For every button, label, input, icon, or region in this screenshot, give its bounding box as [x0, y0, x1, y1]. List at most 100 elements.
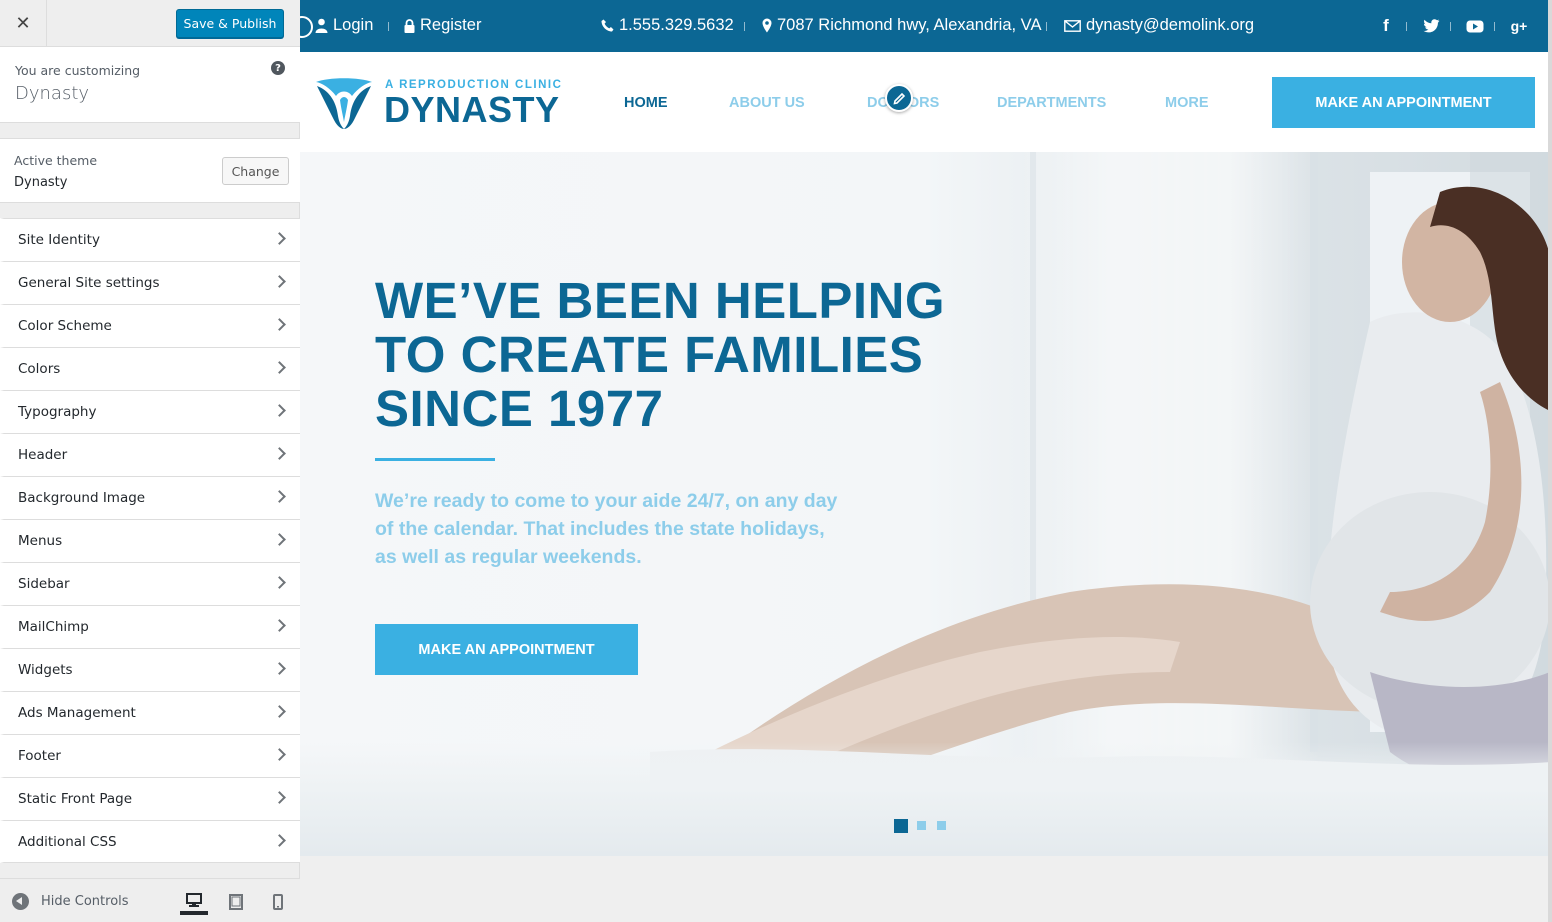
hide-controls-button[interactable]: Hide Controls [12, 891, 129, 911]
header-appointment-button[interactable]: MAKE AN APPOINTMENT [1272, 77, 1535, 128]
edit-shortcut-icon[interactable] [300, 16, 313, 38]
slider-dot-1[interactable] [894, 819, 908, 833]
customizer-panel-list: Site Identity General Site settings Colo… [0, 218, 300, 863]
youtube-icon [1466, 20, 1484, 32]
youtube-link[interactable] [1466, 17, 1484, 35]
panel-label: Ads Management [18, 705, 136, 721]
nav-departments[interactable]: DEPARTMENTS [997, 95, 1106, 111]
preview-scrollbar[interactable] [1548, 0, 1552, 922]
user-icon [315, 18, 328, 33]
google-plus-icon: g+ [1510, 18, 1528, 34]
panel-site-identity[interactable]: Site Identity [0, 218, 300, 261]
panel-label: Additional CSS [18, 834, 117, 850]
email-link[interactable]: dynasty@demolink.org [1064, 16, 1254, 35]
panel-label: Background Image [18, 490, 146, 506]
panel-menus[interactable]: Menus [0, 519, 300, 562]
desktop-icon [186, 892, 202, 907]
customizing-info: You are customizing Dynasty ? [0, 47, 300, 123]
phone-link[interactable]: 1.555.329.5632 [601, 16, 734, 35]
email-address: dynasty@demolink.org [1086, 16, 1255, 34]
address-text: 7087 Richmond hwy, Alexandria, VA [777, 16, 1042, 34]
save-publish-button[interactable]: Save & Publish [176, 9, 284, 38]
slider-dot-3[interactable] [937, 821, 946, 830]
chevron-right-icon [273, 232, 286, 245]
hero-title: WE’VE BEEN HELPING TO CREATE FAMILIES SI… [375, 272, 946, 437]
close-customizer-button[interactable]: ✕ [0, 0, 47, 46]
active-theme-section: Active theme Dynasty Change [0, 138, 300, 203]
map-pin-icon [762, 18, 772, 33]
panel-colors[interactable]: Colors [0, 347, 300, 390]
nav-more[interactable]: MORE [1165, 95, 1209, 111]
slider-dot-2[interactable] [917, 821, 926, 830]
register-link[interactable]: Register [404, 16, 481, 35]
chevron-right-icon [273, 748, 286, 761]
panel-label: Header [18, 447, 68, 463]
dynasty-logo-icon[interactable] [314, 76, 374, 130]
change-theme-button[interactable]: Change [222, 157, 289, 185]
panel-ads-management[interactable]: Ads Management [0, 691, 300, 734]
chevron-right-icon [273, 275, 286, 288]
chevron-right-icon [273, 533, 286, 546]
help-icon[interactable]: ? [271, 61, 285, 75]
site-header: A REPRODUCTION CLINIC DYNASTY HOME ABOUT… [300, 52, 1552, 152]
panel-label: Color Scheme [18, 318, 112, 334]
panel-footer[interactable]: Footer [0, 734, 300, 777]
separator [1046, 22, 1047, 31]
facebook-icon: f [1383, 16, 1389, 35]
hero-divider [375, 458, 495, 461]
site-topbar: Login Register 1.555.329.5632 7087 Richm… [300, 0, 1552, 52]
customizer-sidebar: ✕ Save & Publish You are customizing Dyn… [0, 0, 300, 922]
phone-icon [601, 19, 614, 32]
panel-static-front-page[interactable]: Static Front Page [0, 777, 300, 820]
panel-label: Widgets [18, 662, 73, 678]
hero-appointment-button[interactable]: MAKE AN APPOINTMENT [375, 624, 638, 675]
panel-widgets[interactable]: Widgets [0, 648, 300, 691]
mobile-preview-button[interactable] [264, 889, 292, 915]
panel-sidebar[interactable]: Sidebar [0, 562, 300, 605]
pencil-icon [892, 92, 905, 105]
twitter-link[interactable] [1422, 17, 1440, 35]
panel-label: General Site settings [18, 275, 160, 291]
panel-label: Typography [18, 404, 97, 420]
panel-mailchimp[interactable]: MailChimp [0, 605, 300, 648]
nav-home[interactable]: HOME [624, 95, 668, 111]
separator [1406, 22, 1407, 31]
chevron-right-icon [273, 447, 286, 460]
phone-number: 1.555.329.5632 [619, 16, 734, 34]
next-section [300, 856, 1552, 922]
panel-general-site-settings[interactable]: General Site settings [0, 261, 300, 304]
panel-color-scheme[interactable]: Color Scheme [0, 304, 300, 347]
panel-additional-css[interactable]: Additional CSS [0, 820, 300, 863]
panel-label: Site Identity [18, 232, 100, 248]
panel-background-image[interactable]: Background Image [0, 476, 300, 519]
tablet-preview-button[interactable] [222, 889, 250, 915]
hero-floor [300, 742, 1552, 856]
lock-icon [404, 18, 415, 33]
twitter-icon [1423, 19, 1439, 33]
separator [388, 22, 389, 31]
panel-label: MailChimp [18, 619, 89, 635]
separator [1450, 22, 1451, 31]
login-link[interactable]: Login [315, 16, 373, 35]
address-link[interactable]: 7087 Richmond hwy, Alexandria, VA [762, 16, 1041, 35]
chevron-right-icon [273, 404, 286, 417]
chevron-right-icon [273, 834, 286, 847]
google-plus-link[interactable]: g+ [1510, 17, 1528, 35]
panel-label: Colors [18, 361, 61, 377]
customizer-footer: Hide Controls [0, 878, 300, 922]
facebook-link[interactable]: f [1377, 16, 1395, 35]
logo-name[interactable]: DYNASTY [384, 89, 560, 131]
desktop-preview-button[interactable] [180, 889, 208, 915]
panel-header[interactable]: Header [0, 433, 300, 476]
panel-label: Sidebar [18, 576, 70, 592]
active-theme-label: Active theme [14, 153, 98, 168]
separator [1494, 22, 1495, 31]
hero-text: We’re ready to come to your aide 24/7, o… [375, 490, 838, 568]
nav-about-us[interactable]: ABOUT US [729, 95, 805, 111]
panel-typography[interactable]: Typography [0, 390, 300, 433]
chevron-right-icon [273, 705, 286, 718]
edit-menu-shortcut[interactable] [885, 84, 913, 112]
envelope-icon [1064, 19, 1081, 32]
chevron-right-icon [273, 662, 286, 675]
hero-slider: WE’VE BEEN HELPING TO CREATE FAMILIES SI… [300, 152, 1552, 856]
